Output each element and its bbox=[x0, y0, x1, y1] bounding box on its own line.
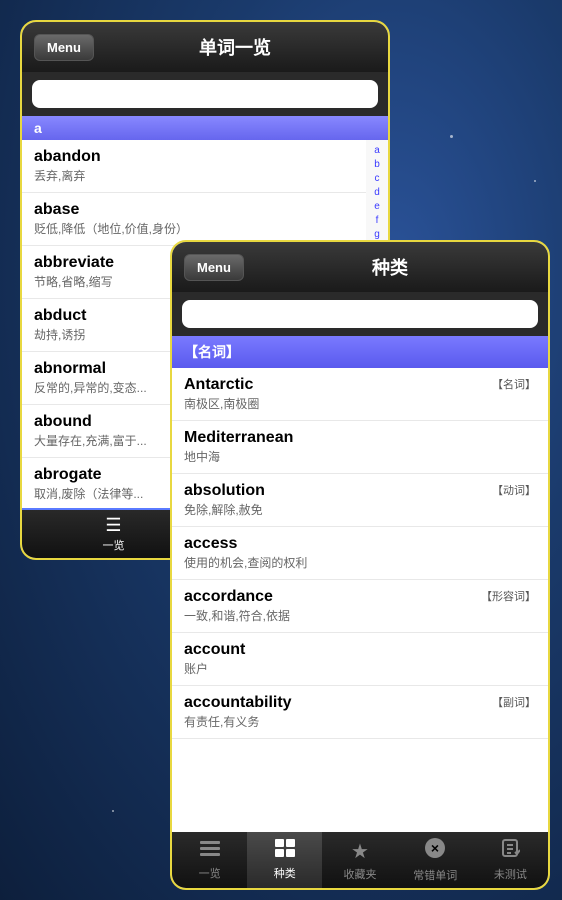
word-tag: 【形容词】 bbox=[473, 588, 536, 604]
word-tag: 【动词】 bbox=[484, 482, 536, 498]
title-bar-back: Menu 单词一览 bbox=[22, 22, 388, 72]
word-list-front: Antarctic 南极区,南极圈 【名词】 Mediterranean 地中海… bbox=[172, 368, 548, 832]
list-item[interactable]: Antarctic 南极区,南极圈 【名词】 bbox=[172, 368, 548, 421]
tab-label: 未测试 bbox=[494, 866, 527, 882]
alpha-letter[interactable]: b bbox=[374, 158, 380, 172]
tab-icon bbox=[275, 839, 295, 863]
tab-shoucang[interactable]: ★ 收藏夹 bbox=[322, 832, 397, 888]
list-item[interactable]: account 账户 bbox=[172, 633, 548, 686]
word-english: account bbox=[184, 641, 245, 659]
alpha-letter[interactable]: e bbox=[374, 200, 380, 214]
word-chinese: 账户 bbox=[184, 660, 245, 677]
word-chinese: 贬低,降低（地位,价值,身份） bbox=[34, 220, 354, 237]
list-item[interactable]: abase 贬低,降低（地位,价值,身份） bbox=[22, 193, 366, 246]
word-chinese: 免除,解除,赦免 bbox=[184, 501, 265, 518]
word-chinese: 有责任,有义务 bbox=[184, 713, 292, 730]
word-english: abandon bbox=[34, 148, 354, 166]
word-tag: 【名词】 bbox=[484, 376, 536, 392]
panel-front-title: 种类 bbox=[244, 254, 536, 280]
tab-icon: ☰ bbox=[105, 515, 121, 536]
list-item[interactable]: access 使用的机会,查阅的权利 bbox=[172, 527, 548, 580]
alpha-letter[interactable]: c bbox=[375, 172, 380, 186]
word-chinese: 使用的机会,查阅的权利 bbox=[184, 554, 307, 571]
tab-icon: ★ bbox=[351, 839, 369, 864]
menu-button-front[interactable]: Menu bbox=[184, 254, 244, 281]
word-english: Mediterranean bbox=[184, 429, 293, 447]
word-chinese: 丢弃,离弃 bbox=[34, 167, 354, 184]
search-input-front[interactable] bbox=[182, 300, 538, 328]
category-bar-nouns: 【名词】 bbox=[172, 336, 548, 368]
word-english: absolution bbox=[184, 482, 265, 500]
word-chinese: 南极区,南极圈 bbox=[184, 395, 259, 412]
tab-label: 常错单词 bbox=[413, 867, 457, 883]
word-english: Antarctic bbox=[184, 376, 259, 394]
tab-bar-front: 一览 种类 ★ 收藏夹 × 常错单词 未测试 bbox=[172, 832, 548, 888]
panel-zhonglei: Menu 种类 🔍 【名词】 Antarctic 南极区,南极圈 【名词】 Me… bbox=[170, 240, 550, 890]
tab-changjian[interactable]: × 常错单词 bbox=[398, 832, 473, 888]
word-english: access bbox=[184, 535, 307, 553]
tab-zhonglei[interactable]: 种类 bbox=[247, 832, 322, 888]
alpha-letter[interactable]: d bbox=[374, 186, 380, 200]
word-chinese: 地中海 bbox=[184, 448, 293, 465]
list-item[interactable]: abandon 丢弃,离弃 bbox=[22, 140, 366, 193]
tab-label: 收藏夹 bbox=[344, 866, 377, 882]
alpha-letter[interactable]: a bbox=[374, 144, 380, 158]
list-item[interactable]: absolution 免除,解除,赦免 【动词】 bbox=[172, 474, 548, 527]
tab-yilan[interactable]: 一览 bbox=[172, 832, 247, 888]
word-chinese: 一致,和谐,符合,依据 bbox=[184, 607, 290, 624]
tab-label: 一览 bbox=[199, 865, 221, 881]
list-item[interactable]: accountability 有责任,有义务 【副词】 bbox=[172, 686, 548, 739]
search-bar-back: 🔍 bbox=[22, 72, 388, 116]
alpha-letter[interactable]: f bbox=[376, 214, 379, 228]
tab-label: 种类 bbox=[274, 865, 296, 881]
tab-icon: × bbox=[424, 837, 446, 865]
word-tag: 【副词】 bbox=[484, 694, 536, 710]
list-item[interactable]: accordance 一致,和谐,符合,依据 【形容词】 bbox=[172, 580, 548, 633]
tab-label: 一览 bbox=[103, 537, 125, 553]
search-input-back[interactable] bbox=[32, 80, 378, 108]
title-bar-front: Menu 种类 bbox=[172, 242, 548, 292]
list-item[interactable]: Mediterranean 地中海 bbox=[172, 421, 548, 474]
search-bar-front: 🔍 bbox=[172, 292, 548, 336]
tab-icon bbox=[200, 840, 220, 863]
menu-button-back[interactable]: Menu bbox=[34, 34, 94, 61]
panel-back-title: 单词一览 bbox=[94, 34, 376, 60]
word-english: accordance bbox=[184, 588, 290, 606]
tab-weiceshi[interactable]: 未测试 bbox=[473, 832, 548, 888]
word-english: accountability bbox=[184, 694, 292, 712]
tab-icon bbox=[500, 838, 520, 864]
word-english: abase bbox=[34, 201, 354, 219]
section-header-back: a bbox=[22, 116, 388, 140]
svg-text:×: × bbox=[431, 840, 439, 856]
